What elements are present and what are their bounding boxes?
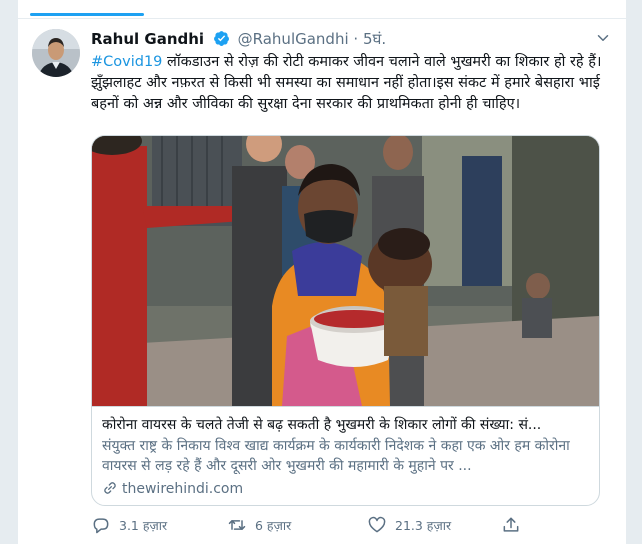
author-handle[interactable]: @RahulGandhi [238, 30, 349, 48]
card-domain: thewirehindi.com [102, 479, 243, 499]
timeline-header [18, 0, 626, 19]
share-icon [503, 517, 519, 532]
retweet-icon [228, 520, 246, 530]
heart-icon [368, 516, 386, 533]
avatar[interactable] [32, 29, 80, 77]
retweet-count: 6 हज़ार [255, 518, 292, 533]
card-body[interactable]: कोरोना वायरस के चलते तेजी से बढ़ सकती है… [92, 406, 599, 505]
author-name[interactable]: Rahul Gandhi [91, 30, 204, 48]
chevron-down-icon[interactable] [594, 29, 612, 47]
active-tab-indicator [30, 13, 144, 16]
reply-button[interactable]: 3.1 हज़ार [91, 515, 167, 537]
header-separator: · [353, 30, 359, 48]
page-background-right [626, 0, 642, 544]
tweet-actions: 3.1 हज़ार 6 हज़ार 21.3 हज़ार [91, 515, 611, 537]
link-icon [104, 482, 116, 494]
card-image[interactable] [92, 136, 599, 406]
page-background-left [0, 0, 18, 544]
card-title: कोरोना वायरस के चलते तेजी से बढ़ सकती है… [102, 417, 542, 433]
tweet-header: Rahul Gandhi @RahulGandhi · 5घं. [91, 29, 611, 51]
verified-badge-icon [213, 31, 229, 46]
avatar-photo [32, 29, 80, 77]
card-domain-text: thewirehindi.com [122, 481, 244, 497]
reply-icon [93, 518, 109, 534]
timeline-column: Rahul Gandhi @RahulGandhi · 5घं. #Covid1… [18, 0, 626, 544]
tweet-text: #Covid19 लॉकडाउन से रोज़ की रोटी कमाकर ज… [91, 52, 606, 115]
like-count: 21.3 हज़ार [395, 518, 452, 533]
tweet[interactable]: Rahul Gandhi @RahulGandhi · 5घं. #Covid1… [18, 19, 626, 544]
tweet-timestamp[interactable]: 5घं. [363, 30, 386, 48]
like-button[interactable]: 21.3 हज़ार [367, 515, 451, 537]
card-description: संयुक्त राष्ट्र के निकाय विश्व खाद्य कार… [102, 438, 570, 474]
hashtag-link[interactable]: #Covid19 [91, 54, 162, 70]
tweet-text-body: लॉकडाउन से रोज़ की रोटी कमाकर जीवन चलाने… [91, 54, 602, 112]
reply-count: 3.1 हज़ार [119, 518, 168, 533]
link-card[interactable]: कोरोना वायरस के चलते तेजी से बढ़ सकती है… [91, 135, 600, 506]
retweet-button[interactable]: 6 हज़ार [227, 515, 291, 537]
share-button[interactable] [501, 515, 529, 537]
